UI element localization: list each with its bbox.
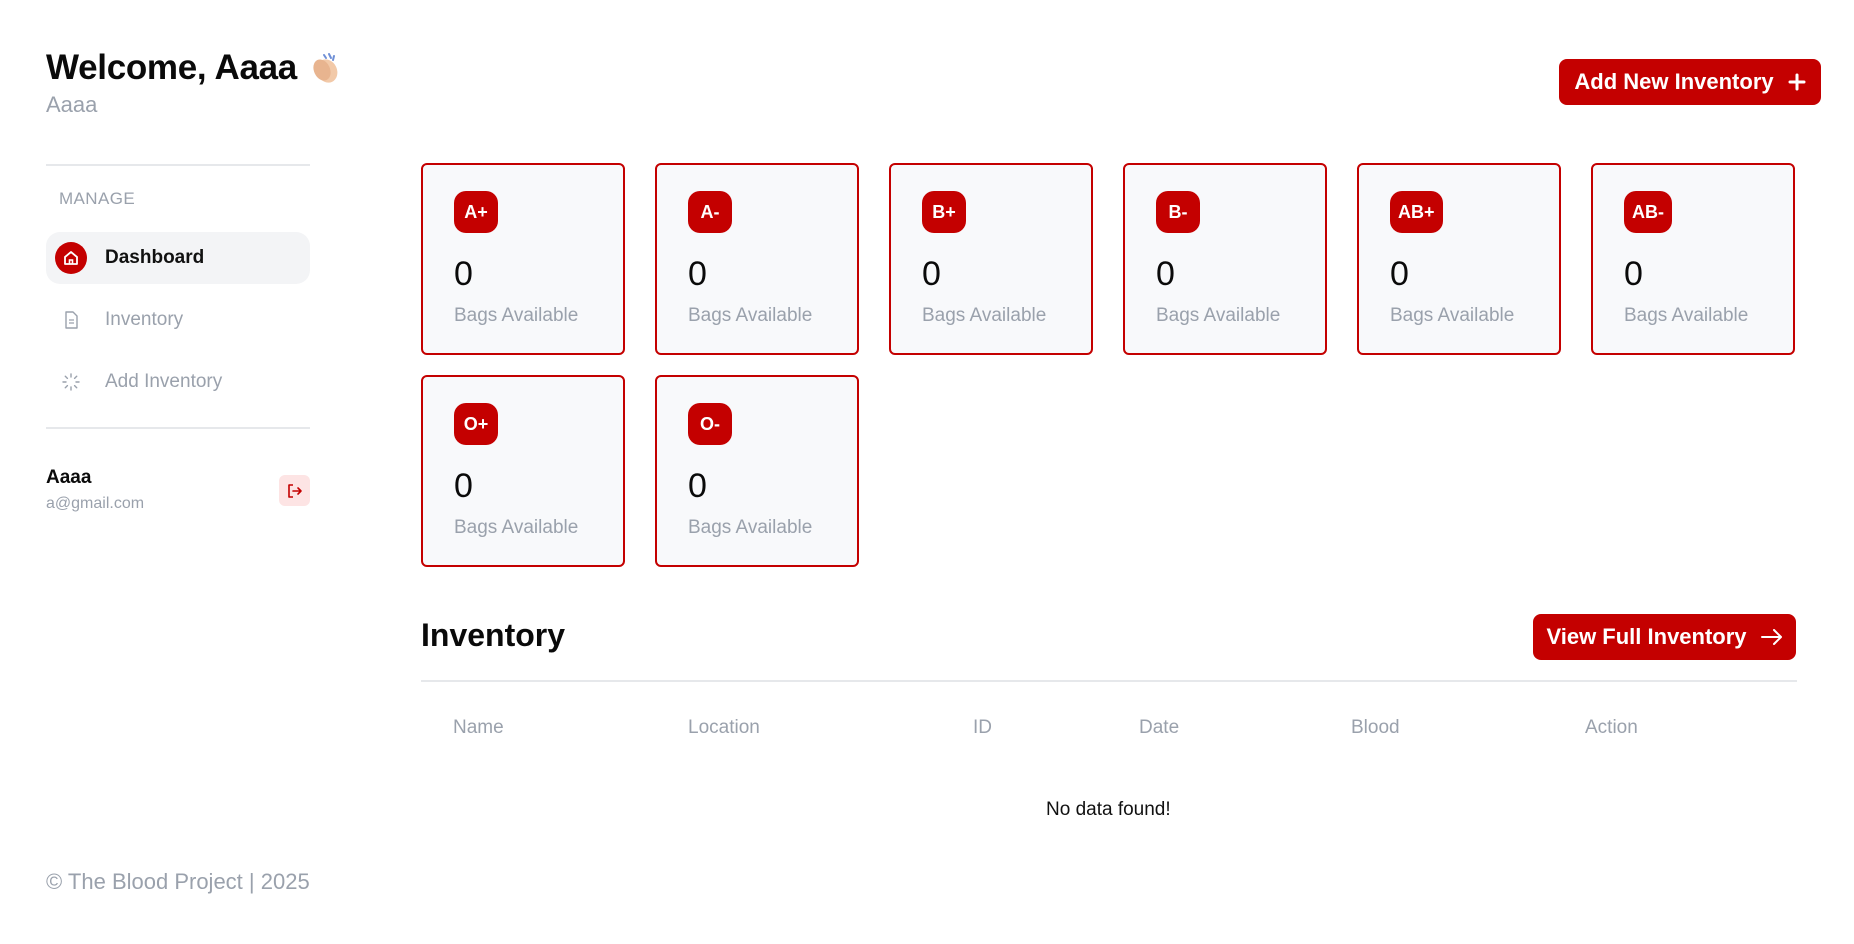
blood-type-badge: AB+ bbox=[1390, 191, 1443, 233]
bag-count: 0 bbox=[1156, 255, 1175, 293]
sidebar-item-add-inventory[interactable]: Add Inventory bbox=[46, 356, 310, 408]
bag-count: 0 bbox=[1390, 255, 1409, 293]
blood-type-badge: O+ bbox=[454, 403, 498, 445]
blood-card-o-plus: O+ 0 Bags Available bbox=[421, 375, 625, 567]
sidebar-item-dashboard[interactable]: Dashboard bbox=[46, 232, 310, 284]
sidebar-divider-top bbox=[46, 164, 310, 166]
blood-card-o-minus: O- 0 Bags Available bbox=[655, 375, 859, 567]
document-icon bbox=[55, 304, 87, 336]
bag-count: 0 bbox=[454, 467, 473, 505]
empty-state-message: No data found! bbox=[1046, 799, 1171, 820]
view-full-inventory-label: View Full Inventory bbox=[1546, 624, 1747, 649]
view-full-inventory-button[interactable]: View Full Inventory bbox=[1533, 614, 1796, 660]
user-subtitle: Aaaa bbox=[46, 92, 98, 117]
sidebar-item-label: Inventory bbox=[105, 309, 184, 330]
sidebar-divider-bottom bbox=[46, 427, 310, 429]
bags-label: Bags Available bbox=[688, 517, 813, 538]
blood-card-b-plus: B+ 0 Bags Available bbox=[889, 163, 1093, 355]
blood-card-b-minus: B- 0 Bags Available bbox=[1123, 163, 1327, 355]
add-new-inventory-label: Add New Inventory bbox=[1574, 69, 1774, 94]
blood-type-badge: A+ bbox=[454, 191, 498, 233]
user-email: a@gmail.com bbox=[46, 495, 145, 512]
footer-copyright: © The Blood Project | 2025 bbox=[46, 869, 310, 894]
bags-label: Bags Available bbox=[1390, 305, 1515, 326]
sidebar-section-label: MANAGE bbox=[59, 189, 136, 208]
bag-count: 0 bbox=[922, 255, 941, 293]
blood-type-badge: B- bbox=[1156, 191, 1200, 233]
blood-card-ab-plus: AB+ 0 Bags Available bbox=[1357, 163, 1561, 355]
blood-type-badge: B+ bbox=[922, 191, 966, 233]
column-header-name: Name bbox=[453, 717, 504, 738]
loader-icon bbox=[55, 366, 87, 398]
blood-card-a-plus: A+ 0 Bags Available bbox=[421, 163, 625, 355]
bag-count: 0 bbox=[688, 255, 707, 293]
sidebar-item-label: Add Inventory bbox=[105, 371, 223, 392]
home-icon bbox=[55, 242, 87, 274]
blood-card-a-minus: A- 0 Bags Available bbox=[655, 163, 859, 355]
sidebar-item-label: Dashboard bbox=[105, 247, 205, 268]
column-header-location: Location bbox=[688, 717, 760, 738]
bags-label: Bags Available bbox=[1624, 305, 1749, 326]
logout-button[interactable] bbox=[279, 475, 310, 506]
bags-label: Bags Available bbox=[454, 517, 579, 538]
bag-count: 0 bbox=[1624, 255, 1643, 293]
plus-icon bbox=[1788, 73, 1806, 91]
bags-label: Bags Available bbox=[688, 305, 813, 326]
add-new-inventory-button[interactable]: Add New Inventory bbox=[1559, 59, 1821, 105]
blood-type-badge: AB- bbox=[1624, 191, 1672, 233]
bag-count: 0 bbox=[454, 255, 473, 293]
blood-card-ab-minus: AB- 0 Bags Available bbox=[1591, 163, 1795, 355]
column-header-blood: Blood bbox=[1351, 717, 1400, 738]
welcome-text: Welcome, Aaaa bbox=[46, 48, 297, 87]
inventory-divider bbox=[421, 680, 1797, 682]
user-name: Aaaa bbox=[46, 467, 92, 488]
sidebar-item-inventory[interactable]: Inventory bbox=[46, 294, 310, 346]
bags-label: Bags Available bbox=[454, 305, 579, 326]
column-header-action: Action bbox=[1585, 717, 1638, 738]
welcome-heading: Welcome, Aaaa bbox=[46, 48, 343, 88]
clapping-hands-icon bbox=[307, 50, 343, 86]
bags-label: Bags Available bbox=[1156, 305, 1281, 326]
blood-type-badge: O- bbox=[688, 403, 732, 445]
logout-icon bbox=[287, 483, 302, 498]
inventory-title: Inventory bbox=[421, 617, 566, 653]
column-header-date: Date bbox=[1139, 717, 1180, 738]
bag-count: 0 bbox=[688, 467, 707, 505]
arrow-right-icon bbox=[1760, 629, 1782, 645]
bags-label: Bags Available bbox=[922, 305, 1047, 326]
blood-type-badge: A- bbox=[688, 191, 732, 233]
column-header-id: ID bbox=[973, 717, 992, 738]
